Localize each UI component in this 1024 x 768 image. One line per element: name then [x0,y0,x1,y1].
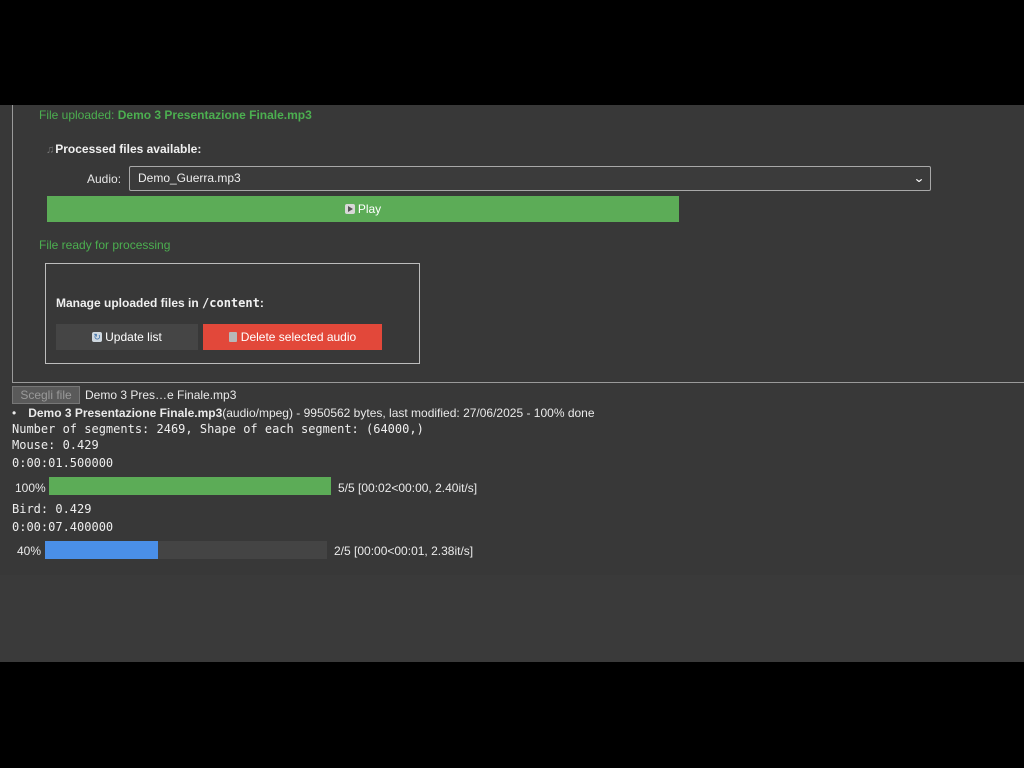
chosen-file-name: Demo 3 Pres…e Finale.mp3 [85,388,237,402]
audio-select-label: Audio: [87,172,122,186]
manage-files-title: Manage uploaded files in /content: [56,296,264,310]
chevron-down-icon: ⌄ [912,171,926,185]
progress-info-mouse: 5/5 [00:02<00:00, 2.40it/s] [338,481,478,495]
detection-time-bird: 0:00:07.400000 [12,520,114,534]
audio-select-value: Demo_Guerra.mp3 [138,171,241,185]
progress-info-bird: 2/5 [00:00<00:01, 2.38it/s] [334,544,474,558]
choose-file-button[interactable]: Scegli file [12,386,80,404]
progress-percent-mouse: 100% [15,481,46,495]
empty-output-area [0,575,1024,662]
music-note-icon: ♫ [46,144,55,156]
audio-select[interactable]: Demo_Guerra.mp3 ⌄ [129,166,931,191]
refresh-icon: ↻ [92,332,103,342]
file-info-details: (audio/mpeg) - 9950562 bytes, last modif… [222,406,595,420]
progress-fill-bird [45,541,158,559]
progress-bar-mouse [49,477,331,495]
play-button[interactable]: Play [47,196,679,222]
detection-label-mouse: Mouse: 0.429 [12,438,99,452]
detection-label-bird: Bird: 0.429 [12,502,92,516]
progress-fill-mouse [49,477,331,495]
progress-percent-bird: 40% [17,544,42,558]
upload-status: File uploaded: Demo 3 Presentazione Fina… [39,108,312,122]
manage-files-box: Manage uploaded files in /content: ↻ Upda… [45,263,420,364]
progress-bar-bird [45,541,327,559]
play-icon [344,204,355,214]
upload-widget-panel: File uploaded: Demo 3 Presentazione Fina… [12,105,1024,383]
delete-audio-button[interactable]: Delete selected audio [203,324,382,350]
file-info-name: Demo 3 Presentazione Finale.mp3 [28,406,223,420]
detection-time-mouse: 0:00:01.500000 [12,456,114,470]
file-info-item: • Demo 3 Presentazione Finale.mp3(audio/m… [12,406,595,420]
segments-line: Number of segments: 2469, Shape of each … [12,422,424,436]
notebook-output-area: File uploaded: Demo 3 Presentazione Fina… [0,105,1024,662]
ready-status: File ready for processing [39,238,171,252]
bullet: • [12,406,17,420]
update-list-button[interactable]: ↻ Update list [56,324,198,350]
trash-icon [228,332,237,342]
processed-files-heading: ♫Processed files available: [46,142,202,156]
